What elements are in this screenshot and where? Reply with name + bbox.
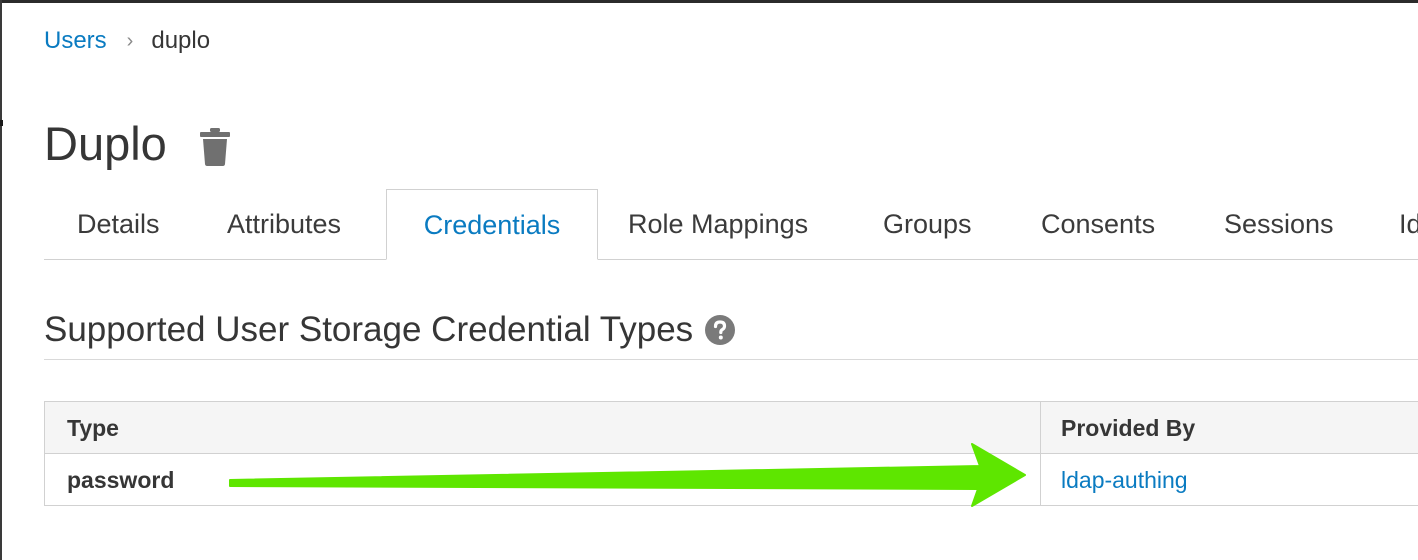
table-header: Type Provided By [45, 402, 1418, 454]
tab-consents[interactable]: Consents [1041, 189, 1155, 259]
page-header: Duplo [44, 114, 231, 174]
column-header-type: Type [67, 415, 119, 441]
breadcrumb: Users › duplo [44, 26, 210, 56]
window-top-border [0, 0, 1418, 3]
tab-credentials[interactable]: Credentials [386, 189, 598, 260]
tab-sessions[interactable]: Sessions [1224, 189, 1334, 259]
tab-identity-provider-links[interactable]: Id [1399, 189, 1418, 259]
question-circle-icon[interactable] [705, 315, 736, 345]
column-header-provided-by: Provided By [1061, 415, 1196, 441]
breadcrumb-separator: › [126, 30, 134, 52]
breadcrumb-current: duplo [151, 27, 211, 54]
window-left-border [0, 0, 2, 560]
section-heading: Supported User Storage Credential Types [44, 308, 736, 352]
tab-bar: Details Attributes Credentials Role Mapp… [44, 189, 1418, 260]
tab-details[interactable]: Details [77, 189, 160, 259]
tab-role-mappings[interactable]: Role Mappings [628, 189, 808, 259]
cell-type: password [67, 467, 175, 493]
tab-attributes[interactable]: Attributes [227, 189, 341, 259]
breadcrumb-users-link[interactable]: Users [44, 26, 107, 56]
trash-icon[interactable] [199, 128, 231, 166]
column-divider [1040, 402, 1041, 505]
section-divider [44, 359, 1418, 360]
section-title: Supported User Storage Credential Types [44, 310, 694, 349]
cell-provided-by-link[interactable]: ldap-authing [1061, 454, 1188, 506]
credential-types-table: Type Provided By password ldap-authing [44, 401, 1418, 506]
tab-groups[interactable]: Groups [883, 189, 972, 259]
page-title: Duplo [44, 117, 167, 170]
window-edge-notch [0, 120, 3, 126]
